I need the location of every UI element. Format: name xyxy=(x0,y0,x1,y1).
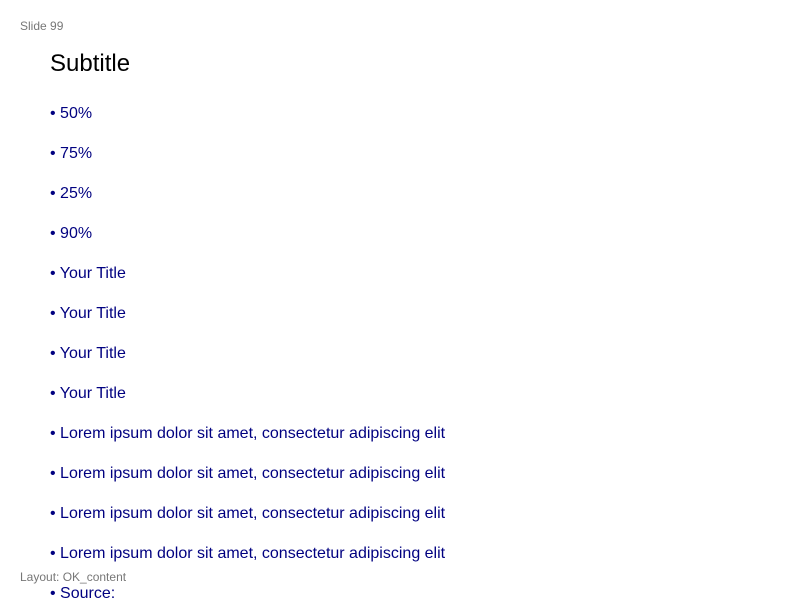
bullet-item: • Your Title xyxy=(50,385,126,402)
bullet-item: • 50% xyxy=(50,105,93,122)
layout-label: Layout: OK_content xyxy=(20,570,127,584)
slide-number-label: Slide 99 xyxy=(20,19,64,33)
slide-title: Subtitle xyxy=(50,50,131,77)
bullet-item: • Your Title xyxy=(50,345,126,362)
bullet-list: • 50% • 75% • 25% • 90% • Your Title • Y… xyxy=(50,104,445,600)
bullet-item: • Your Title xyxy=(50,305,126,322)
bullet-item: • Lorem ipsum dolor sit amet, consectetu… xyxy=(50,465,446,482)
bullet-item: • 90% xyxy=(50,225,93,242)
bullet-item: • 75% xyxy=(50,145,93,162)
bullet-item: • 25% xyxy=(50,185,93,202)
bullet-item: • Source: xyxy=(50,585,116,600)
bullet-item: • Lorem ipsum dolor sit amet, consectetu… xyxy=(50,425,446,442)
bullet-item: • Lorem ipsum dolor sit amet, consectetu… xyxy=(50,505,446,522)
bullet-item: • Your Title xyxy=(50,265,126,282)
